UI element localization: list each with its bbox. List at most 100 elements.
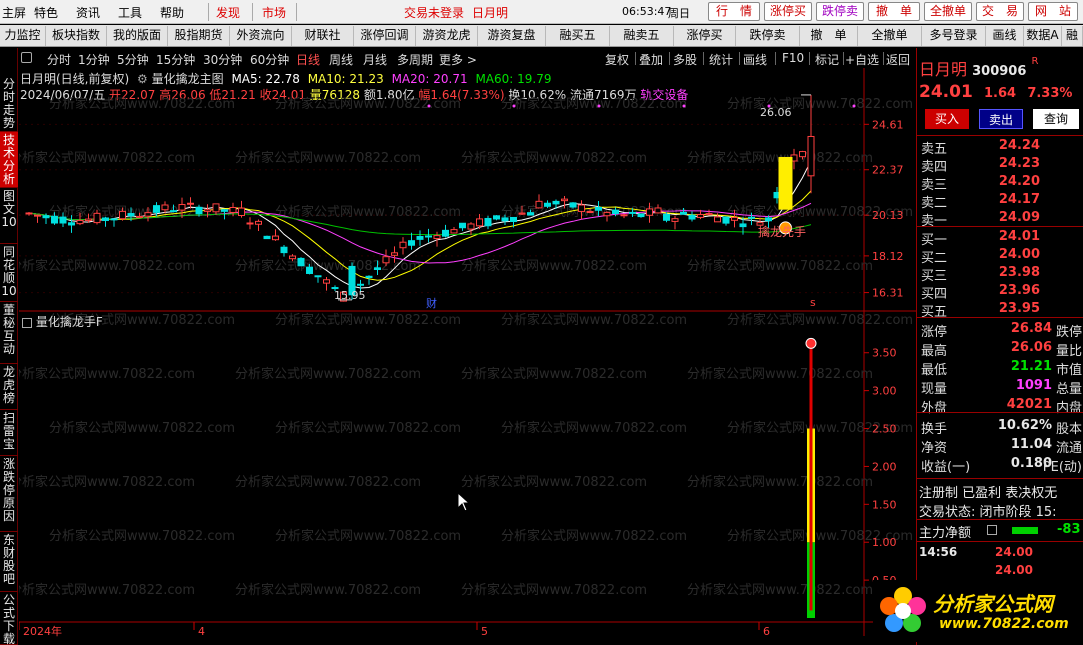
- period-tab[interactable]: 多周期: [397, 51, 433, 68]
- quote-button[interactable]: 行 情: [708, 2, 760, 21]
- finance-mark[interactable]: 财: [426, 295, 437, 311]
- bid-label: 买三: [921, 269, 948, 284]
- bid-row[interactable]: 买一 24.01: [919, 229, 1082, 248]
- cancel-all-button[interactable]: 全撤单: [924, 2, 972, 21]
- stat-label: 市值: [1055, 363, 1082, 378]
- ask-row[interactable]: 卖三 24.20: [919, 174, 1082, 193]
- period-tab[interactable]: 周线: [329, 51, 353, 68]
- candle-body: [654, 207, 662, 214]
- candle-body: [484, 217, 492, 227]
- tool-stats[interactable]: 统计: [709, 51, 733, 68]
- candle-body: [110, 218, 118, 221]
- chart-canvas[interactable]: 分析家公式网www.70822.com 分析家公式网www.70822.com 分析…: [19, 68, 916, 645]
- toolbar-item[interactable]: 跌停卖: [736, 26, 800, 46]
- menu-featured[interactable]: 特色: [34, 4, 58, 21]
- toolbar-item[interactable]: 涨停回调: [354, 26, 416, 46]
- menu-news[interactable]: 资讯: [76, 4, 100, 21]
- tab-limit-reason[interactable]: 涨跌停原因: [0, 456, 18, 532]
- tool-draw[interactable]: 画线: [743, 51, 767, 68]
- login-status[interactable]: 交易未登录: [404, 4, 464, 21]
- s-mark[interactable]: s: [810, 296, 816, 309]
- toolbar-item[interactable]: 游资复盘: [478, 26, 546, 46]
- candle-body: [127, 213, 135, 217]
- tab-ths10[interactable]: 同花顺10: [0, 244, 18, 302]
- tool-multi-stock[interactable]: 多股: [673, 51, 697, 68]
- period-tab[interactable]: 30分钟: [203, 51, 242, 68]
- toolbar-item[interactable]: 财联社: [292, 26, 354, 46]
- tool-add-watchlist[interactable]: +自选: [845, 51, 879, 68]
- period-tab-active[interactable]: 日线: [296, 51, 320, 68]
- sub-chart-header: 量化擒龙手F: [22, 313, 103, 330]
- period-tab[interactable]: 1分钟: [78, 51, 110, 68]
- tool-overlay[interactable]: 叠加: [639, 51, 663, 68]
- query-button[interactable]: 查询: [1033, 109, 1079, 129]
- menu-home[interactable]: 主屏: [2, 4, 26, 21]
- toolbar-item[interactable]: 融: [1062, 26, 1083, 46]
- ask-row[interactable]: 卖二 24.17: [919, 192, 1082, 211]
- toolbar-item[interactable]: 涨停买: [674, 26, 736, 46]
- toolbar-item[interactable]: 融卖五: [610, 26, 674, 46]
- tab-dragon-tiger[interactable]: 龙虎榜: [0, 364, 18, 410]
- candle-body: [680, 211, 687, 215]
- candle-body: [212, 203, 220, 213]
- limit-up-buy-button[interactable]: 涨停买: [764, 2, 812, 21]
- toolbar-item[interactable]: 游资龙虎: [416, 26, 478, 46]
- period-tab[interactable]: 更多 >: [439, 51, 477, 68]
- limit-down-sell-button[interactable]: 跌停卖: [816, 2, 864, 21]
- tab-eastmoney-forum[interactable]: 东财股吧: [0, 532, 18, 592]
- tab-f10[interactable]: 图文10: [0, 188, 18, 244]
- tab-secretary[interactable]: 董秘互动: [0, 302, 18, 364]
- candle-body: [119, 210, 126, 220]
- website-button[interactable]: 网 站: [1028, 2, 1078, 21]
- tab-intraday[interactable]: 分时走势: [0, 76, 18, 132]
- tab-minesweeper[interactable]: 扫雷宝: [0, 410, 18, 456]
- function-toolbar: 力监控 板块指数 我的版面 股指期货 外资流向 财联社 涨停回调 游资龙虎 游资…: [0, 25, 1083, 47]
- tab-technical[interactable]: 技术分析: [0, 132, 18, 188]
- tool-f10[interactable]: F10: [782, 51, 804, 65]
- bid-label: 买四: [921, 287, 948, 302]
- stat-label: 现量: [921, 382, 948, 397]
- toolbar-item[interactable]: 撤 单: [800, 26, 858, 46]
- toolbar-item[interactable]: 力监控: [0, 26, 46, 46]
- period-tab[interactable]: 15分钟: [156, 51, 195, 68]
- tool-back[interactable]: 返回: [886, 51, 910, 68]
- toolbar-item[interactable]: 股指期货: [168, 26, 230, 46]
- buy-button[interactable]: 买入: [925, 109, 969, 129]
- bid-row[interactable]: 买二 24.00: [919, 247, 1082, 266]
- period-tab[interactable]: 60分钟: [250, 51, 289, 68]
- sub-collapse-icon[interactable]: [22, 317, 32, 328]
- tool-adjust[interactable]: 复权: [605, 51, 629, 68]
- period-tab[interactable]: 分时: [47, 51, 71, 68]
- toolbar-item[interactable]: 外资流向: [230, 26, 292, 46]
- toolbar-item[interactable]: 我的版面: [107, 26, 168, 46]
- period-tab[interactable]: 5分钟: [117, 51, 149, 68]
- tool-mark[interactable]: 标记: [815, 51, 839, 68]
- menu-discover[interactable]: 发现: [216, 4, 240, 21]
- trade-button[interactable]: 交 易: [976, 2, 1024, 21]
- toolbar-item[interactable]: 画线: [986, 26, 1024, 46]
- stat-label: 总量: [1055, 382, 1082, 397]
- toolbar-item[interactable]: 数据A: [1024, 26, 1062, 46]
- menu-market[interactable]: 市场: [262, 4, 286, 21]
- sub-indicator-name[interactable]: 量化擒龙手F: [36, 315, 103, 329]
- menu-help[interactable]: 帮助: [160, 4, 184, 21]
- toolbar-item[interactable]: 全撤单: [858, 26, 922, 46]
- ask-row[interactable]: 卖五 24.24: [919, 138, 1082, 157]
- toolbar-item[interactable]: 多号登录: [922, 26, 986, 46]
- menu-tools[interactable]: 工具: [118, 4, 142, 21]
- ask-row[interactable]: 卖四 24.23: [919, 156, 1082, 175]
- period-tab[interactable]: 月线: [363, 51, 387, 68]
- main-flow-detail-icon[interactable]: [987, 525, 997, 535]
- candle-body: [629, 211, 636, 214]
- bid-row[interactable]: 买三 23.98: [919, 265, 1082, 284]
- cancel-order-button[interactable]: 撤 单: [868, 2, 920, 21]
- candle-body: [59, 216, 67, 224]
- collapse-icon[interactable]: [21, 52, 32, 63]
- tab-formula-download[interactable]: 公式下载: [0, 592, 18, 645]
- candle-body: [153, 205, 160, 213]
- candle-body: [272, 235, 279, 241]
- toolbar-item[interactable]: 融买五: [546, 26, 610, 46]
- sell-button[interactable]: 卖出: [979, 109, 1023, 129]
- toolbar-item[interactable]: 板块指数: [46, 26, 107, 46]
- bid-row[interactable]: 买四 23.96: [919, 283, 1082, 302]
